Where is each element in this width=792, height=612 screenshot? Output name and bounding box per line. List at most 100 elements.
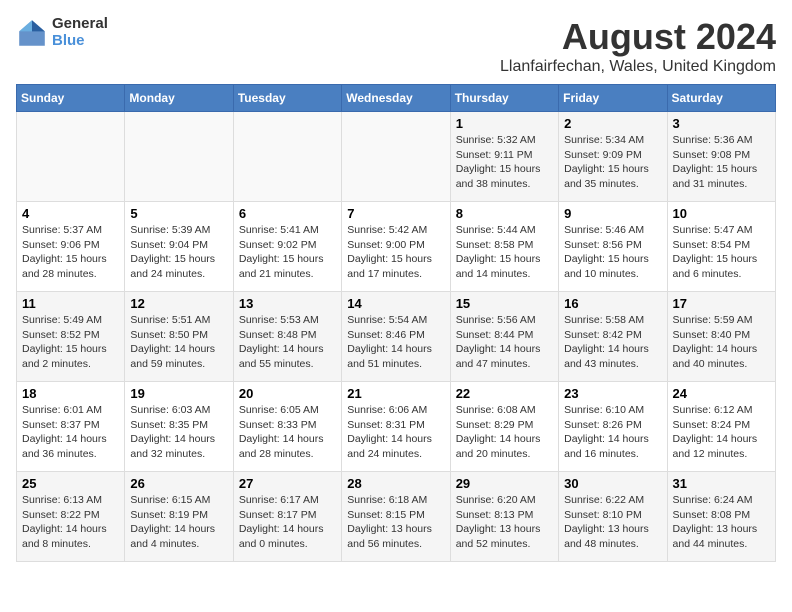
day-info: Sunrise: 5:53 AM Sunset: 8:48 PM Dayligh… — [239, 313, 336, 372]
column-header-monday: Monday — [125, 85, 233, 112]
calendar-cell: 11Sunrise: 5:49 AM Sunset: 8:52 PM Dayli… — [17, 292, 125, 382]
day-info: Sunrise: 5:36 AM Sunset: 9:08 PM Dayligh… — [673, 133, 770, 192]
day-info: Sunrise: 5:56 AM Sunset: 8:44 PM Dayligh… — [456, 313, 553, 372]
logo-blue-text: Blue — [52, 33, 108, 50]
calendar-cell: 6Sunrise: 5:41 AM Sunset: 9:02 PM Daylig… — [233, 202, 341, 292]
day-info: Sunrise: 5:47 AM Sunset: 8:54 PM Dayligh… — [673, 223, 770, 282]
day-number: 28 — [347, 476, 444, 491]
day-number: 6 — [239, 206, 336, 221]
calendar-cell: 8 Sunrise: 5:44 AM Sunset: 8:58 PM Daylig… — [450, 202, 558, 292]
day-info: Sunrise: 6:20 AM Sunset: 8:13 PM Dayligh… — [456, 493, 553, 552]
day-number: 11 — [22, 296, 119, 311]
day-number: 19 — [130, 386, 227, 401]
calendar-cell: 13 Sunrise: 5:53 AM Sunset: 8:48 PM Dayli… — [233, 292, 341, 382]
day-info: Sunrise: 5:54 AM Sunset: 8:46 PM Dayligh… — [347, 313, 444, 372]
day-number: 8 — [456, 206, 553, 221]
day-info: Sunrise: 6:12 AM Sunset: 8:24 PM Dayligh… — [673, 403, 770, 462]
day-info: Sunrise: 5:32 AM Sunset: 9:11 PM Dayligh… — [456, 133, 553, 192]
day-number: 14 — [347, 296, 444, 311]
calendar-table: SundayMondayTuesdayWednesdayThursdayFrid… — [16, 84, 776, 562]
day-info: Sunrise: 5:42 AM Sunset: 9:00 PM Dayligh… — [347, 223, 444, 282]
calendar-cell: 25Sunrise: 6:13 AM Sunset: 8:22 PM Dayli… — [17, 472, 125, 562]
day-number: 26 — [130, 476, 227, 491]
calendar-cell: 28 Sunrise: 6:18 AM Sunset: 8:15 PM Dayli… — [342, 472, 450, 562]
week-row-3: 11Sunrise: 5:49 AM Sunset: 8:52 PM Dayli… — [17, 292, 776, 382]
column-header-tuesday: Tuesday — [233, 85, 341, 112]
column-header-friday: Friday — [559, 85, 667, 112]
day-number: 25 — [22, 476, 119, 491]
column-header-thursday: Thursday — [450, 85, 558, 112]
day-info: Sunrise: 5:39 AM Sunset: 9:04 PM Dayligh… — [130, 223, 227, 282]
calendar-cell: 20 Sunrise: 6:05 AM Sunset: 8:33 PM Dayli… — [233, 382, 341, 472]
calendar-cell: 15Sunrise: 5:56 AM Sunset: 8:44 PM Dayli… — [450, 292, 558, 382]
day-number: 16 — [564, 296, 661, 311]
day-info: Sunrise: 6:05 AM Sunset: 8:33 PM Dayligh… — [239, 403, 336, 462]
day-number: 13 — [239, 296, 336, 311]
day-info: Sunrise: 6:10 AM Sunset: 8:26 PM Dayligh… — [564, 403, 661, 462]
day-info: Sunrise: 5:58 AM Sunset: 8:42 PM Dayligh… — [564, 313, 661, 372]
day-info: Sunrise: 5:44 AM Sunset: 8:58 PM Dayligh… — [456, 223, 553, 282]
week-row-2: 4 Sunrise: 5:37 AM Sunset: 9:06 PM Daylig… — [17, 202, 776, 292]
day-number: 3 — [673, 116, 770, 131]
day-info: Sunrise: 6:01 AM Sunset: 8:37 PM Dayligh… — [22, 403, 119, 462]
day-info: Sunrise: 6:15 AM Sunset: 8:19 PM Dayligh… — [130, 493, 227, 552]
day-number: 22 — [456, 386, 553, 401]
main-title: August 2024 — [500, 16, 776, 58]
day-info: Sunrise: 6:03 AM Sunset: 8:35 PM Dayligh… — [130, 403, 227, 462]
column-header-sunday: Sunday — [17, 85, 125, 112]
day-number: 21 — [347, 386, 444, 401]
calendar-cell: 22 Sunrise: 6:08 AM Sunset: 8:29 PM Dayli… — [450, 382, 558, 472]
logo-text: General Blue — [52, 16, 108, 49]
day-number: 10 — [673, 206, 770, 221]
day-number: 30 — [564, 476, 661, 491]
day-number: 29 — [456, 476, 553, 491]
calendar-cell: 14 Sunrise: 5:54 AM Sunset: 8:46 PM Dayli… — [342, 292, 450, 382]
day-number: 31 — [673, 476, 770, 491]
title-area: August 2024 Llanfairfechan, Wales, Unite… — [500, 16, 776, 76]
calendar-cell — [233, 112, 341, 202]
day-number: 20 — [239, 386, 336, 401]
column-header-saturday: Saturday — [667, 85, 775, 112]
day-info: Sunrise: 6:17 AM Sunset: 8:17 PM Dayligh… — [239, 493, 336, 552]
day-info: Sunrise: 6:08 AM Sunset: 8:29 PM Dayligh… — [456, 403, 553, 462]
calendar-cell: 27 Sunrise: 6:17 AM Sunset: 8:17 PM Dayli… — [233, 472, 341, 562]
header-row: SundayMondayTuesdayWednesdayThursdayFrid… — [17, 85, 776, 112]
week-row-5: 25Sunrise: 6:13 AM Sunset: 8:22 PM Dayli… — [17, 472, 776, 562]
day-info: Sunrise: 5:59 AM Sunset: 8:40 PM Dayligh… — [673, 313, 770, 372]
calendar-cell: 26 Sunrise: 6:15 AM Sunset: 8:19 PM Dayli… — [125, 472, 233, 562]
day-number: 2 — [564, 116, 661, 131]
calendar-cell: 10 Sunrise: 5:47 AM Sunset: 8:54 PM Dayli… — [667, 202, 775, 292]
calendar-cell — [17, 112, 125, 202]
calendar-cell: 31 Sunrise: 6:24 AM Sunset: 8:08 PM Dayli… — [667, 472, 775, 562]
calendar-cell: 5 Sunrise: 5:39 AM Sunset: 9:04 PM Daylig… — [125, 202, 233, 292]
day-info: Sunrise: 5:51 AM Sunset: 8:50 PM Dayligh… — [130, 313, 227, 372]
logo: General Blue — [16, 16, 108, 49]
day-number: 5 — [130, 206, 227, 221]
day-info: Sunrise: 5:37 AM Sunset: 9:06 PM Dayligh… — [22, 223, 119, 282]
day-number: 18 — [22, 386, 119, 401]
calendar-cell: 23 Sunrise: 6:10 AM Sunset: 8:26 PM Dayli… — [559, 382, 667, 472]
calendar-cell: 16 Sunrise: 5:58 AM Sunset: 8:42 PM Dayli… — [559, 292, 667, 382]
day-info: Sunrise: 6:24 AM Sunset: 8:08 PM Dayligh… — [673, 493, 770, 552]
day-number: 7 — [347, 206, 444, 221]
calendar-cell: 17Sunrise: 5:59 AM Sunset: 8:40 PM Dayli… — [667, 292, 775, 382]
calendar-cell: 1 Sunrise: 5:32 AM Sunset: 9:11 PM Daylig… — [450, 112, 558, 202]
day-info: Sunrise: 6:18 AM Sunset: 8:15 PM Dayligh… — [347, 493, 444, 552]
calendar-cell: 3 Sunrise: 5:36 AM Sunset: 9:08 PM Daylig… — [667, 112, 775, 202]
day-number: 12 — [130, 296, 227, 311]
calendar-cell: 9Sunrise: 5:46 AM Sunset: 8:56 PM Daylig… — [559, 202, 667, 292]
day-number: 27 — [239, 476, 336, 491]
day-number: 1 — [456, 116, 553, 131]
day-info: Sunrise: 6:06 AM Sunset: 8:31 PM Dayligh… — [347, 403, 444, 462]
calendar-cell: 12 Sunrise: 5:51 AM Sunset: 8:50 PM Dayli… — [125, 292, 233, 382]
calendar-cell: 30 Sunrise: 6:22 AM Sunset: 8:10 PM Dayli… — [559, 472, 667, 562]
day-number: 4 — [22, 206, 119, 221]
day-info: Sunrise: 6:22 AM Sunset: 8:10 PM Dayligh… — [564, 493, 661, 552]
calendar-cell: 19 Sunrise: 6:03 AM Sunset: 8:35 PM Dayli… — [125, 382, 233, 472]
calendar-cell — [125, 112, 233, 202]
calendar-cell: 4 Sunrise: 5:37 AM Sunset: 9:06 PM Daylig… — [17, 202, 125, 292]
column-header-wednesday: Wednesday — [342, 85, 450, 112]
day-number: 23 — [564, 386, 661, 401]
calendar-cell: 21 Sunrise: 6:06 AM Sunset: 8:31 PM Dayli… — [342, 382, 450, 472]
calendar-cell: 18 Sunrise: 6:01 AM Sunset: 8:37 PM Dayli… — [17, 382, 125, 472]
